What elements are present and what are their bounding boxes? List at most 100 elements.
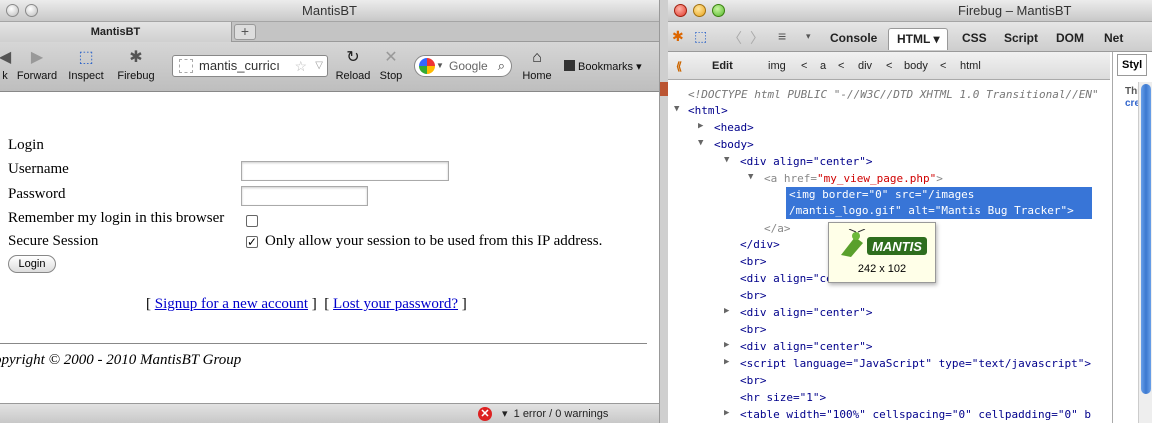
tree-node[interactable]: </a>	[764, 220, 791, 237]
secure-session-label: Secure Session	[8, 233, 99, 249]
page-divider	[0, 343, 647, 344]
minimize-window-button[interactable]	[693, 4, 706, 17]
error-icon[interactable]: ✕	[478, 407, 492, 421]
search-icon[interactable]: ⌕	[498, 56, 505, 76]
image-dimensions: 242 x 102	[857, 263, 907, 275]
firebug-window-title: Firebug – MantisBT	[958, 3, 1072, 18]
minimize-window-button[interactable]	[25, 4, 38, 17]
tab-dom[interactable]: DOM	[1048, 28, 1092, 50]
expand-toggle-icon[interactable]: ▼	[748, 172, 753, 182]
breadcrumb-a[interactable]: a	[820, 60, 826, 72]
zoom-window-button[interactable]	[712, 4, 725, 17]
tree-node[interactable]: <br>	[740, 253, 767, 270]
tab-console[interactable]: Console	[822, 28, 885, 50]
back-arrow-icon[interactable]: 〈	[728, 28, 742, 48]
tab-mantisbt[interactable]: MantisBT	[0, 22, 232, 42]
stop-button[interactable]: ✕ Stop	[376, 46, 406, 82]
username-input[interactable]	[241, 161, 449, 181]
lost-password-link[interactable]: Lost your password?	[333, 296, 458, 312]
scrollbar-thumb[interactable]	[1141, 84, 1151, 394]
firebug-menu-icon[interactable]: ✱	[672, 28, 684, 45]
tree-node[interactable]: <div align="center">	[740, 304, 872, 321]
search-engine-dropdown-icon[interactable]: ▼	[436, 56, 444, 76]
tree-node[interactable]: <a href="my_view_page.php">	[764, 170, 943, 187]
tree-node[interactable]: <table width="100%" cellspacing="0" cell…	[740, 406, 1091, 423]
html-panel-toolbar: ⟪ Edit img < a < div < body < html	[668, 52, 1110, 80]
signup-link[interactable]: Signup for a new account	[155, 296, 308, 312]
tree-node[interactable]: <script language="JavaScript" type="text…	[740, 355, 1091, 372]
login-button[interactable]: Login	[8, 255, 56, 273]
list-menu-icon[interactable]: ≡	[778, 28, 786, 44]
forward-arrow-icon: ▶	[30, 49, 44, 66]
tab-css[interactable]: CSS	[954, 28, 995, 50]
firebug-small-icon[interactable]: ⟪	[676, 60, 682, 73]
tree-node[interactable]: <hr size="1">	[740, 389, 826, 406]
tab-net[interactable]: Net	[1096, 28, 1131, 50]
tree-node[interactable]: <div align="ce	[740, 270, 833, 287]
copyright-text: opyright © 2000 - 2010 MantisBT Group	[0, 352, 242, 368]
firebug-titlebar: Firebug – MantisBT	[668, 0, 1152, 22]
browser-window: MantisBT MantisBT + ◀ k ▶ Forward ⬚ Insp…	[0, 0, 660, 423]
collapse-toggle-icon[interactable]: ▶	[724, 340, 729, 350]
inspect-element-icon[interactable]: ⬚	[694, 28, 707, 45]
breadcrumb-body[interactable]: body	[904, 60, 928, 72]
tree-node[interactable]: </div>	[740, 236, 780, 253]
expand-toggle-icon[interactable]: ▼	[674, 104, 679, 114]
tree-node[interactable]: <br>	[740, 372, 767, 389]
html-panel-scrollbar[interactable]	[1138, 82, 1152, 423]
back-button[interactable]: ◀ k	[0, 46, 12, 82]
expand-toggle-icon[interactable]: ▼	[698, 138, 703, 148]
forward-button[interactable]: ▶ Forward	[14, 46, 60, 82]
collapse-toggle-icon[interactable]: ▶	[724, 408, 729, 418]
tree-node[interactable]: <br>	[740, 321, 767, 338]
close-window-button[interactable]	[6, 4, 19, 17]
desktop-gap	[660, 0, 668, 423]
error-count[interactable]: ▾ 1 error / 0 warnings	[502, 407, 608, 420]
tree-node[interactable]: <body>	[714, 136, 754, 153]
tab-style[interactable]: Styl	[1117, 54, 1148, 76]
google-logo-icon	[419, 58, 435, 74]
secure-session-checkbox[interactable]: ✓	[246, 236, 258, 248]
collapse-toggle-icon[interactable]: ▶	[724, 306, 729, 316]
close-window-button[interactable]	[674, 4, 687, 17]
selected-tree-node[interactable]: <img border="0" src="/images /mantis_log…	[786, 187, 1092, 219]
remember-login-checkbox[interactable]	[246, 215, 258, 227]
svg-text:MANTIS: MANTIS	[872, 239, 922, 254]
tree-node[interactable]: <div align="center">	[740, 338, 872, 355]
home-button[interactable]: ⌂ Home	[518, 46, 556, 82]
tab-html[interactable]: HTML ▾	[888, 28, 949, 50]
tree-node[interactable]: <head>	[714, 119, 754, 136]
browser-titlebar: MantisBT	[0, 0, 659, 22]
inspect-button[interactable]: ⬚ Inspect	[66, 46, 106, 82]
account-links: [ Signup for a new account ] [ Lost your…	[146, 296, 467, 312]
tree-node[interactable]: <div align="center">	[740, 153, 872, 170]
firebug-button[interactable]: ✱ Firebug	[112, 46, 160, 82]
breadcrumb-div[interactable]: div	[858, 60, 872, 72]
new-tab-button[interactable]: +	[234, 24, 256, 40]
collapse-toggle-icon[interactable]: ▶	[698, 121, 703, 131]
expand-toggle-icon[interactable]: ▼	[724, 155, 729, 165]
url-field[interactable]: mantis_curricı ☆ ▽	[172, 55, 328, 77]
url-dropdown-icon[interactable]: ▽	[315, 56, 323, 76]
collapse-toggle-icon[interactable]: ▶	[724, 357, 729, 367]
tab-script[interactable]: Script	[996, 28, 1046, 50]
edit-button[interactable]: Edit	[712, 60, 733, 72]
password-input[interactable]	[241, 186, 368, 206]
login-heading: Login	[8, 137, 44, 153]
breadcrumb-html[interactable]: html	[960, 60, 981, 72]
background-window-edge	[660, 82, 668, 96]
tree-node[interactable]: <html>	[688, 102, 728, 119]
image-preview-tooltip: MANTIS 242 x 102	[828, 222, 936, 283]
bookmark-star-icon[interactable]: ☆	[294, 56, 307, 76]
chevron-down-icon[interactable]: ▾	[806, 31, 811, 42]
tree-node[interactable]: <br>	[740, 287, 767, 304]
tree-doctype: <!DOCTYPE html PUBLIC "-//W3C//DTD XHTML…	[688, 88, 1099, 101]
breadcrumb-img[interactable]: img	[768, 60, 786, 72]
navigation-toolbar: ◀ k ▶ Forward ⬚ Inspect ✱ Firebug mantis…	[0, 42, 659, 92]
reload-button[interactable]: ↻ Reload	[334, 46, 372, 82]
forward-arrow-icon[interactable]: 〉	[750, 28, 764, 48]
browser-window-title: MantisBT	[302, 3, 357, 18]
search-field[interactable]: ▼ Google ⌕	[414, 55, 512, 77]
home-icon: ⌂	[532, 49, 542, 66]
bookmarks-menu[interactable]: Bookmarks ▾	[564, 60, 642, 73]
